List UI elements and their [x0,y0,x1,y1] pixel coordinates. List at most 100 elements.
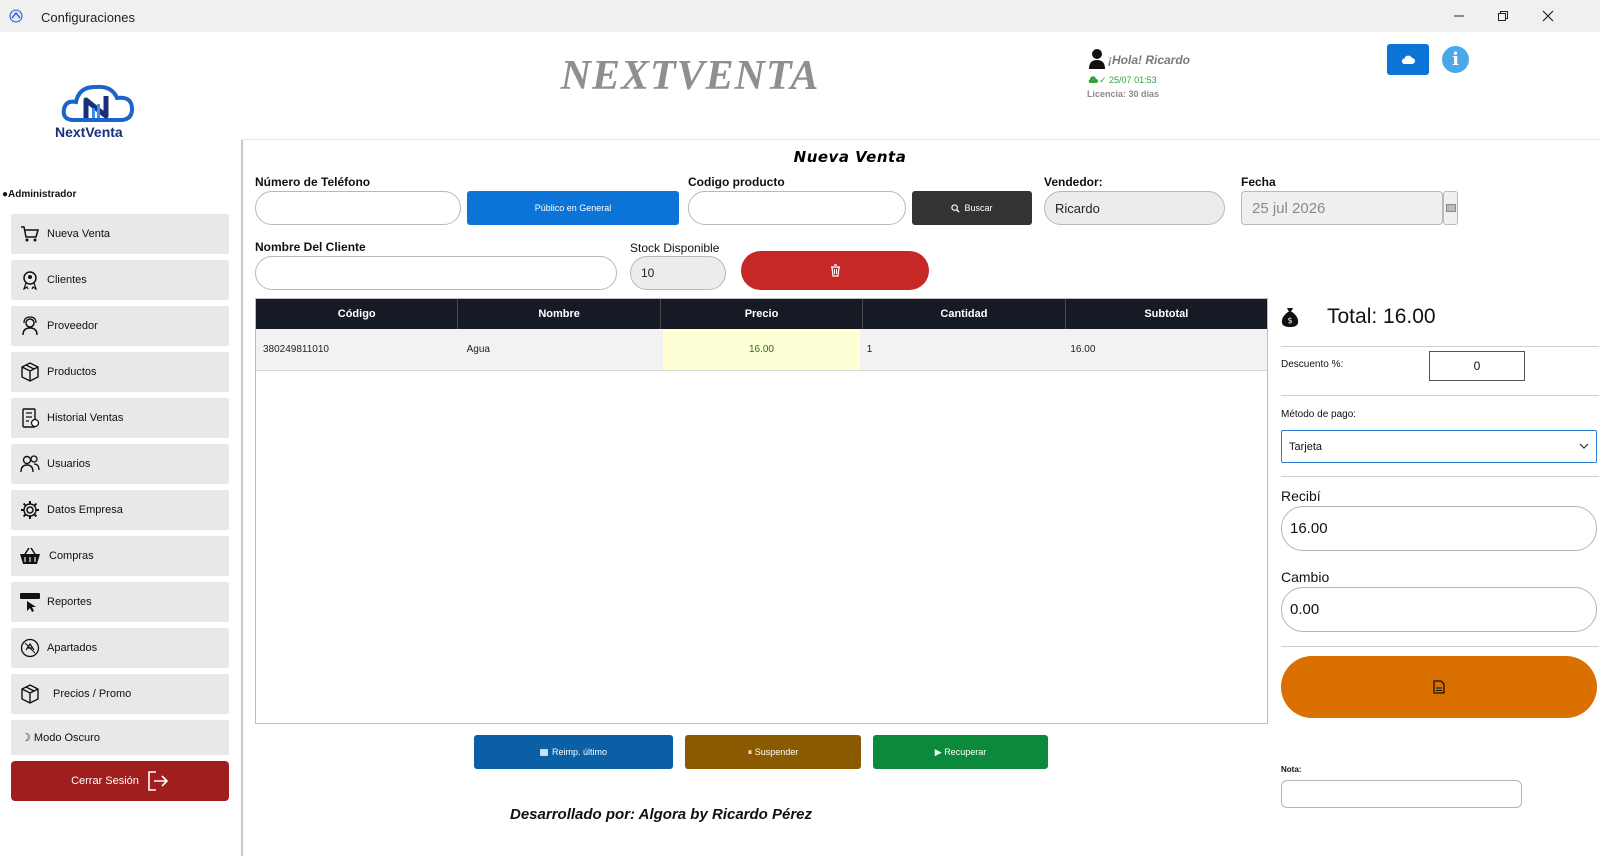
sidebar-item-reportes[interactable]: Reportes [11,582,229,622]
page-title: Nueva Venta [793,148,907,166]
sidebar-item-label: Apartados [47,642,98,654]
client-badge-icon [23,271,37,290]
dark-mode-toggle[interactable]: ☽ Modo Oscuro [11,720,229,755]
trash-icon [830,264,840,277]
receipt-icon [540,748,548,756]
client-name-input[interactable] [255,256,617,290]
phone-input[interactable] [255,191,461,225]
suspend-button[interactable]: ⏸ Suspender [685,735,861,769]
change-label: Cambio [1281,569,1330,585]
recover-button[interactable]: ▶ Recuperar [873,735,1048,769]
sidebar-item-apartados[interactable]: Apartados [11,628,229,668]
column-header-codigo[interactable]: Código [256,299,459,329]
sidebar-item-label: Productos [47,366,97,378]
header-divider [242,139,1600,140]
received-input[interactable]: 16.00 [1281,506,1597,551]
logout-icon [148,771,169,791]
column-header-subtotal[interactable]: Subtotal [1066,299,1267,329]
seller-input[interactable]: Ricardo [1044,191,1225,225]
cell-codigo: 380249811010 [263,344,329,355]
discount-label: Descuento %: [1281,359,1344,370]
sidebar-item-proveedor[interactable]: Proveedor [11,306,229,346]
cell-cantidad[interactable]: 1 [860,329,1064,370]
minimize-icon [1454,15,1464,17]
reprint-last-button[interactable]: Reimp. último [474,735,673,769]
cell-subtotal: 16.00 [1070,344,1096,355]
invoice-icon [1433,680,1445,694]
discount-input[interactable]: 0 [1429,351,1525,381]
close-button[interactable] [1536,4,1560,28]
window-title: Configuraciones [41,10,135,25]
sidebar-item-clientes[interactable]: Clientes [11,260,229,300]
date-picker-button[interactable] [1443,191,1458,225]
column-header-cantidad[interactable]: Cantidad [863,299,1066,329]
sidebar-item-usuarios[interactable]: Usuarios [11,444,229,484]
payment-method-select[interactable]: Tarjeta [1281,430,1597,463]
info-icon: i [1452,49,1459,70]
sale-items-table[interactable]: Código Nombre Precio Cantidad Subtotal 3… [255,298,1268,724]
report-icon [20,593,40,612]
sidebar-item-precios-promo[interactable]: Precios / Promo [11,674,229,714]
restore-button[interactable] [1491,4,1515,28]
date-input[interactable]: 25 jul 2026 [1241,191,1443,225]
table-row[interactable]: 380249811010 Agua 16.00 1 16.00 [256,329,1267,371]
info-button[interactable]: i [1442,46,1469,73]
supplier-icon [22,316,38,336]
license-status: Licencia: 30 días [1087,89,1160,99]
cell-precio[interactable]: 16.00 [663,329,860,370]
column-header-nombre[interactable]: Nombre [458,299,661,329]
sidebar-item-productos[interactable]: Productos [11,352,229,392]
total-amount: Total: 16.00 [1327,305,1436,328]
sidebar-item-label: Nueva Venta [47,228,110,240]
layaway-icon [20,638,40,658]
logo-text: NextVenta [55,124,123,140]
gear-icon [21,501,39,519]
cloud-sync-icon [1088,76,1098,83]
sidebar-item-historial-ventas[interactable]: Historial Ventas [11,398,229,438]
search-icon [951,203,961,213]
sidebar-divider [241,140,243,856]
sales-history-icon [22,408,40,428]
client-name-label: Nombre Del Cliente [255,240,366,254]
cloud-button[interactable] [1387,44,1429,75]
panel-separator [1281,395,1599,396]
stock-input[interactable]: 10 [630,256,726,290]
logout-button[interactable]: Cerrar Sesión [11,761,229,801]
panel-separator [1281,476,1599,477]
cell-nombre: Agua [466,344,490,355]
panel-separator [1281,346,1599,347]
minimize-button[interactable] [1447,4,1471,28]
reprint-label: Reimp. último [551,747,607,757]
product-code-input[interactable] [688,191,906,225]
public-general-button[interactable]: Público en General [467,191,679,225]
charge-button[interactable] [1281,656,1597,718]
payment-method-value: Tarjeta [1289,440,1323,453]
search-button[interactable]: Buscar [912,191,1032,225]
delete-item-button[interactable] [741,251,929,290]
app-icon [9,9,23,23]
chevron-down-icon [1579,443,1589,449]
title-bar: Configuraciones [0,0,1600,32]
seller-label: Vendedor: [1044,175,1103,189]
note-input[interactable] [1281,780,1522,808]
column-header-precio[interactable]: Precio [661,299,864,329]
sidebar-item-nueva-venta[interactable]: Nueva Venta [11,214,229,254]
change-input[interactable]: 0.00 [1281,587,1597,632]
sidebar-item-label: Proveedor [47,320,98,332]
sidebar-item-label: Reportes [47,596,92,608]
svg-text:$: $ [1287,316,1292,325]
sidebar-item-datos-empresa[interactable]: Datos Empresa [11,490,229,530]
table-header: Código Nombre Precio Cantidad Subtotal [256,299,1267,329]
cloud-icon [1401,55,1415,64]
basket-icon [20,547,40,564]
search-label: Buscar [964,203,993,213]
sidebar-item-compras[interactable]: Compras [11,536,229,576]
sidebar-item-label: Compras [49,550,94,562]
users-icon [20,455,40,473]
panel-separator [1281,646,1599,647]
brand-title: NEXTVENTA [560,53,820,99]
developer-credit: Desarrollado por: Algora by Ricardo Pére… [510,806,813,823]
received-label: Recibí [1281,488,1321,504]
money-bag-icon: $ [1281,308,1299,327]
date-label: Fecha [1241,175,1276,189]
